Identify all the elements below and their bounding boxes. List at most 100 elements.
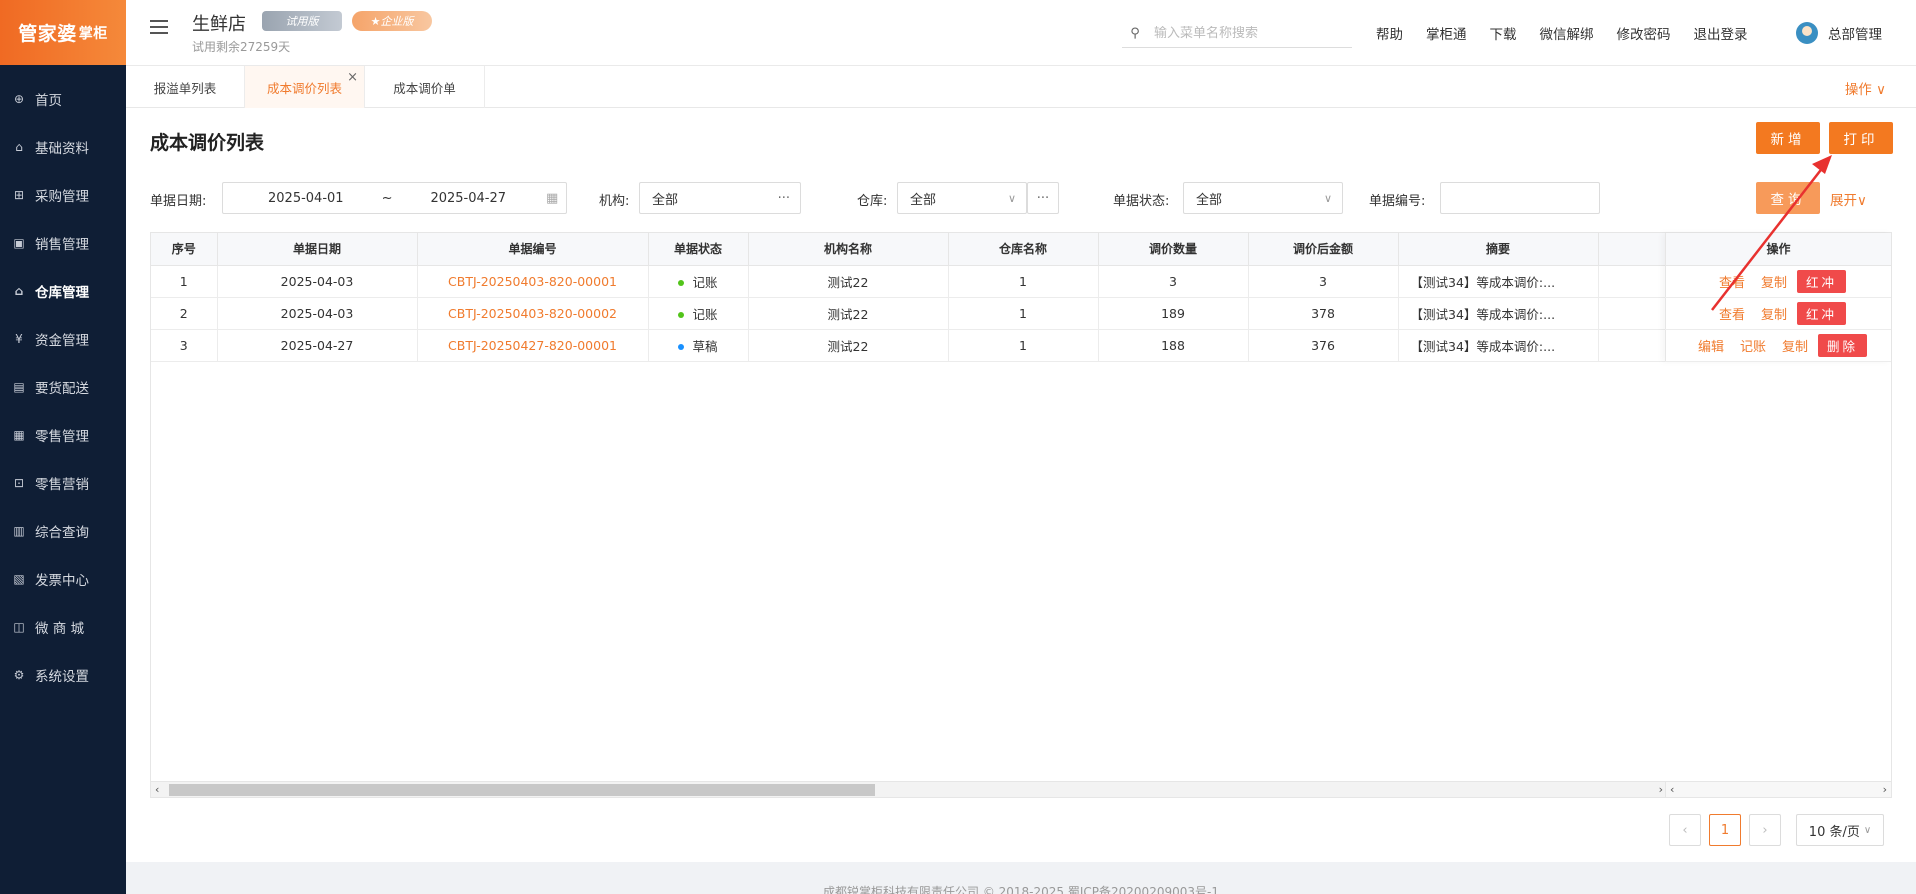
code-input-box — [1440, 182, 1600, 214]
logo-sub: 掌柜 — [78, 25, 108, 42]
print-button[interactable]: 打印 — [1829, 122, 1893, 154]
sidebar-item-money[interactable]: ¥ 资金管理 — [0, 315, 126, 363]
sidebar-item-shop[interactable]: ◫ 微 商 城 — [0, 603, 126, 651]
ops-row: 编辑 记账 复制 删除 — [1665, 329, 1891, 362]
scrollbar-thumb[interactable] — [169, 784, 875, 796]
user-menu[interactable]: 总部管理 — [1796, 22, 1882, 44]
status-value: 全部 — [1196, 192, 1223, 208]
status-label: 单据状态: — [1113, 194, 1170, 209]
close-icon[interactable]: × — [347, 70, 358, 85]
tab-cost-adjust-list[interactable]: 成本调价列表 × — [245, 66, 365, 108]
sidebar-item-home[interactable]: ⌂ 基础资料 — [0, 123, 126, 171]
menu-search-input[interactable] — [1154, 26, 1344, 41]
row-action-link[interactable]: 复制 — [1761, 308, 1787, 323]
tab-overflow-list[interactable]: 报溢单列表 — [126, 66, 245, 108]
search-icon: ⚲ — [1130, 26, 1140, 41]
row-action-link[interactable]: 复制 — [1782, 340, 1808, 355]
scroll-left-icon[interactable]: ‹ — [155, 782, 159, 798]
sidebar-item-label: 基础资料 — [35, 141, 89, 157]
warehouse-label: 仓库: — [857, 194, 888, 209]
cell-empty — [1598, 297, 1669, 330]
ops-column: 操作 查看 复制 红冲 查看 复制 红冲 编辑 记账 复制 删除 — [1665, 233, 1891, 362]
cell-no: 3 — [151, 329, 218, 362]
trial-remaining: 试用剩余27259天 — [192, 40, 291, 54]
row-action-link[interactable]: 复制 — [1761, 276, 1787, 291]
sidebar-item-retail[interactable]: ▦ 零售管理 — [0, 411, 126, 459]
scroll-left-icon[interactable]: ‹ — [1670, 782, 1674, 798]
table-body: 1 2025-04-03 CBTJ-20250403-820-00001 记账 测试22… — [151, 265, 1669, 362]
ops-scrollbar[interactable]: ‹ › — [1665, 781, 1891, 797]
cart-icon: ⊞ — [13, 188, 25, 202]
scroll-right-icon[interactable]: › — [1883, 782, 1887, 798]
sidebar-item-sales[interactable]: ▣ 销售管理 — [0, 219, 126, 267]
header-link-5[interactable]: 退出登录 — [1694, 23, 1748, 43]
sidebar-item-label: 系统设置 — [35, 669, 89, 685]
sidebar-item-invoice[interactable]: ▧ 发票中心 — [0, 555, 126, 603]
warehouse-select[interactable]: 全部 ∨ — [897, 182, 1027, 214]
page-number[interactable]: 1 — [1709, 814, 1741, 846]
header-link-1[interactable]: 掌柜通 — [1426, 23, 1467, 43]
tab-cost-adjust-bill[interactable]: 成本调价单 — [365, 66, 485, 108]
row-danger-button[interactable]: 红冲 — [1797, 301, 1847, 325]
menu-toggle-icon[interactable] — [150, 20, 168, 36]
column-header: 单据编号 — [417, 233, 649, 266]
warehouse-more-button[interactable]: ··· — [1027, 182, 1059, 214]
date-range-picker[interactable]: 2025-04-01 ~ 2025-04-27 ▦ — [222, 182, 567, 214]
scroll-right-icon[interactable]: › — [1659, 782, 1663, 798]
cell-warehouse: 1 — [948, 297, 1099, 330]
expand-filters-link[interactable]: 展开∨ — [1830, 189, 1867, 209]
row-action-link[interactable]: 编辑 — [1698, 340, 1724, 355]
date-from: 2025-04-01 — [268, 190, 344, 206]
more-icon[interactable]: ··· — [778, 191, 790, 206]
column-header: 单据日期 — [217, 233, 418, 266]
row-action-link[interactable]: 记账 — [1740, 340, 1766, 355]
column-header: 序号 — [151, 233, 218, 266]
sidebar-item-globe[interactable]: ⊕ 首页 — [0, 75, 126, 123]
cell-code[interactable]: CBTJ-20250427-820-00001 — [417, 329, 649, 362]
page-size-select[interactable]: 10 条/页 ∨ — [1796, 814, 1884, 846]
cell-empty — [1598, 265, 1669, 298]
globe-icon: ⊕ — [13, 92, 25, 106]
operations-dropdown[interactable]: 操作 ∨ — [1845, 78, 1886, 98]
cell-date: 2025-04-03 — [217, 265, 418, 298]
sidebar-item-gift[interactable]: ⊡ 零售营销 — [0, 459, 126, 507]
prev-page-button[interactable]: ‹ — [1669, 814, 1701, 846]
row-danger-button[interactable]: 红冲 — [1797, 269, 1847, 293]
header-link-4[interactable]: 修改密码 — [1617, 23, 1671, 43]
ops-cell: 查看 复制 红冲 — [1665, 297, 1891, 330]
cell-no: 1 — [151, 265, 218, 298]
sidebar-item-label: 零售管理 — [35, 429, 89, 445]
sidebar-item-delivery[interactable]: ▤ 要货配送 — [0, 363, 126, 411]
add-button[interactable]: 新增 — [1756, 122, 1820, 154]
cell-code[interactable]: CBTJ-20250403-820-00002 — [417, 297, 649, 330]
sidebar-item-cart[interactable]: ⊞ 采购管理 — [0, 171, 126, 219]
sidebar-item-warehouse[interactable]: ⌂ 仓库管理 — [0, 267, 126, 315]
column-header: 单据状态 — [648, 233, 749, 266]
header-link-3[interactable]: 微信解绑 — [1540, 23, 1594, 43]
org-select[interactable]: 全部 ··· — [639, 182, 801, 214]
chevron-left-icon: ‹ — [1682, 822, 1688, 838]
ops-cell: 编辑 记账 复制 删除 — [1665, 329, 1891, 362]
query-button[interactable]: 查询 — [1756, 182, 1820, 214]
calendar-icon: ▦ — [546, 190, 559, 206]
row-danger-button[interactable]: 删除 — [1818, 333, 1868, 357]
date-to: 2025-04-27 — [430, 190, 507, 206]
next-page-button[interactable]: › — [1749, 814, 1781, 846]
status-select[interactable]: 全部 ∨ — [1183, 182, 1343, 214]
row-action-link[interactable]: 查看 — [1719, 276, 1745, 291]
app-logo[interactable]: 管家婆 掌柜 — [0, 0, 126, 65]
cell-date: 2025-04-27 — [217, 329, 418, 362]
row-action-link[interactable]: 查看 — [1719, 308, 1745, 323]
retail-icon: ▦ — [13, 428, 25, 442]
chevron-down-icon: ∨ — [1863, 824, 1872, 836]
status-text: 草稿 — [692, 338, 718, 354]
horizontal-scrollbar[interactable]: ‹ › — [151, 781, 1667, 797]
cell-summary: 【测试34】等成本调价:... — [1398, 329, 1599, 362]
header-link-2[interactable]: 下载 — [1490, 23, 1517, 43]
code-label: 单据编号: — [1369, 194, 1426, 209]
sidebar-item-settings[interactable]: ⚙ 系统设置 — [0, 651, 126, 699]
sidebar-item-query[interactable]: ▥ 综合查询 — [0, 507, 126, 555]
cell-code[interactable]: CBTJ-20250403-820-00001 — [417, 265, 649, 298]
code-input[interactable] — [1449, 190, 1599, 206]
header-link-0[interactable]: 帮助 — [1376, 23, 1403, 43]
